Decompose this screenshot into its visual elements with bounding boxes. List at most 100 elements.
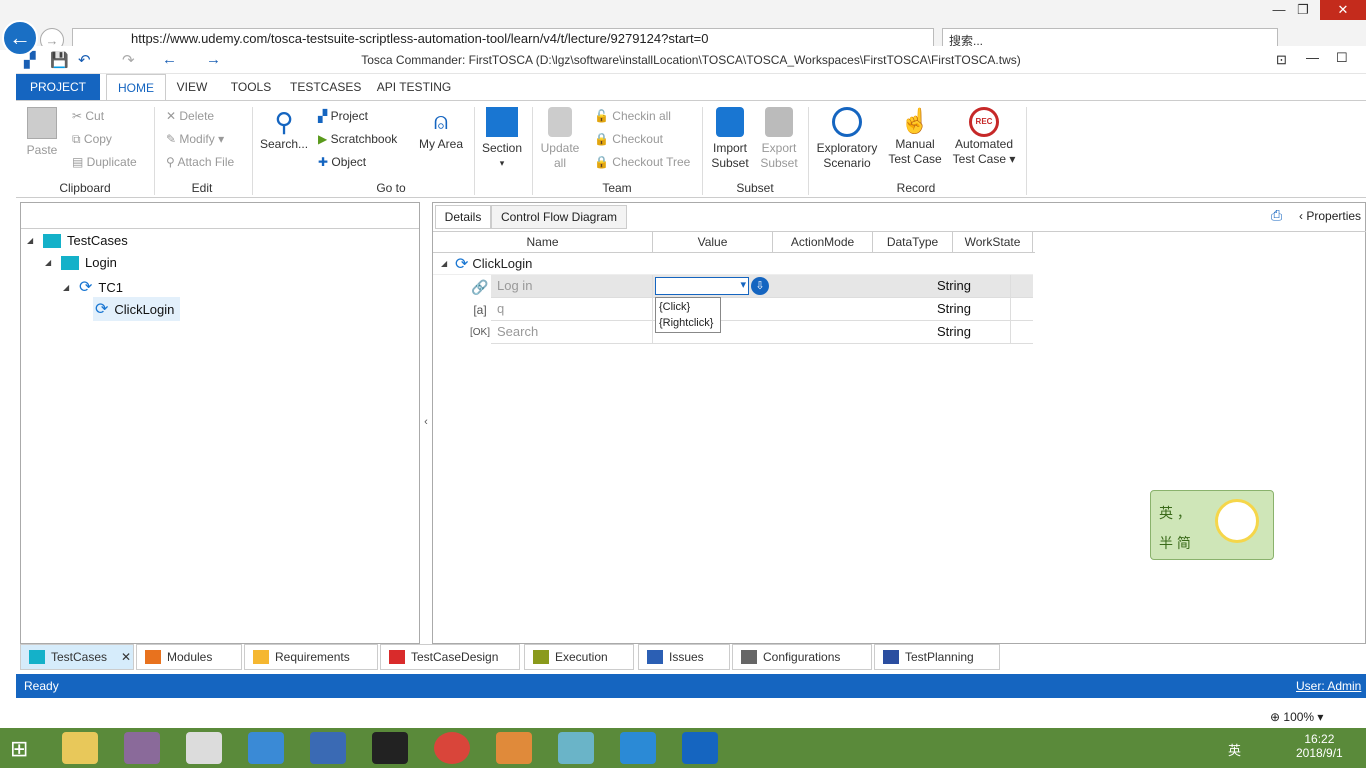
tab-tools[interactable]: TOOLS [226, 74, 276, 100]
chrome-icon[interactable] [434, 732, 470, 764]
tab-home[interactable]: HOME [106, 74, 166, 100]
group-separator [154, 107, 155, 195]
automated-test-case-button[interactable]: REC Automated Test Case ▾ [950, 107, 1018, 167]
tree-item-clicklogin[interactable]: ⟳ ClickLogin [93, 297, 181, 321]
app-icon[interactable] [186, 732, 222, 764]
import-label: Import [712, 141, 747, 155]
clock[interactable]: 16:22 2018/9/1 [1296, 732, 1343, 760]
cut-button[interactable]: ✂ Cut [72, 109, 104, 123]
object-button[interactable]: ✚ Object [318, 155, 366, 169]
col-actionmode[interactable]: ActionMode [773, 231, 873, 253]
zoom-indicator[interactable]: ⊕ 100% ▾ [1270, 710, 1323, 724]
section-button[interactable]: Section ▾ [480, 107, 524, 171]
export-subset-button[interactable]: Export Subset [756, 107, 802, 171]
tab-requirements[interactable]: Requirements [244, 644, 378, 670]
tab-label: Modules [167, 650, 213, 664]
tab-testcases-bottom[interactable]: TestCases ✕ [20, 644, 134, 670]
app-icon[interactable] [124, 732, 160, 764]
col-workstate[interactable]: WorkState [953, 231, 1033, 253]
tab-control-flow[interactable]: Control Flow Diagram [491, 205, 627, 229]
search-button[interactable]: ⚲ Search... [260, 107, 308, 152]
tab-project[interactable]: PROJECT [16, 74, 100, 100]
print-icon[interactable]: ⎙ [1271, 207, 1282, 224]
python-icon[interactable] [310, 732, 346, 764]
delete-button[interactable]: ✕ Delete [166, 109, 214, 123]
exploratory-scenario-button[interactable]: Exploratory Scenario [814, 107, 880, 171]
minimize-icon[interactable]: — [1306, 50, 1319, 65]
tab-issues[interactable]: Issues [638, 644, 730, 670]
project-button[interactable]: ▞ Project [318, 109, 368, 123]
expand-triangle-icon[interactable]: ◢ [45, 258, 55, 267]
table-row[interactable]: q String [491, 298, 1033, 321]
paste-icon [27, 107, 57, 139]
checkout-button[interactable]: 🔒 Checkout [594, 132, 663, 146]
tab-modules[interactable]: Modules [136, 644, 242, 670]
col-value[interactable]: Value [653, 231, 773, 253]
value-dropdown[interactable]: ▾ [655, 277, 749, 295]
tab-testplanning[interactable]: TestPlanning [874, 644, 1000, 670]
internet-explorer-icon[interactable] [620, 732, 656, 764]
dropdown-option-click[interactable]: {Click} [659, 299, 717, 315]
pycharm-icon[interactable] [372, 732, 408, 764]
import-subset-button[interactable]: Import Subset [708, 107, 752, 171]
ime-widget[interactable]: 英 ， 半 简 [1150, 490, 1274, 560]
ribbon-toggle-icon[interactable]: ⊡ [1276, 52, 1287, 68]
tab-label: Configurations [763, 650, 841, 664]
tree-item-login[interactable]: ◢ Login [45, 255, 117, 270]
tab-view[interactable]: VIEW [172, 74, 212, 100]
scratchbook-button[interactable]: ▶ Scratchbook [318, 132, 397, 146]
download-arrow-icon[interactable]: ⇩ [751, 277, 769, 295]
expand-triangle-icon[interactable]: ◢ [441, 259, 451, 268]
my-area-button[interactable]: ⍝ My Area [416, 107, 466, 152]
tab-testcasedesign[interactable]: TestCaseDesign [380, 644, 520, 670]
expand-triangle-icon[interactable]: ◢ [27, 236, 37, 245]
attach-file-button[interactable]: ⚲ Attach File [166, 155, 234, 169]
table-row[interactable]: Log in ▾ ⇩ String [491, 275, 1033, 298]
modify-label: Modify [179, 132, 215, 146]
close-tab-icon[interactable]: ✕ [121, 645, 131, 669]
tree-label: TestCases [67, 233, 128, 248]
tab-details[interactable]: Details [435, 205, 491, 229]
language-indicator[interactable]: 英 [1228, 740, 1241, 759]
windows-start-icon[interactable]: ⊞ [10, 736, 28, 762]
automated-label-2: Test Case [952, 152, 1006, 166]
col-name[interactable]: Name [433, 231, 653, 253]
chevron-down-icon[interactable]: ▾ [740, 278, 746, 291]
tab-configurations[interactable]: Configurations [732, 644, 872, 670]
tab-testcases[interactable]: TESTCASES [290, 74, 361, 100]
file-explorer-icon[interactable] [62, 732, 98, 764]
update-all-button[interactable]: Update all [540, 107, 580, 171]
paste-button[interactable]: Paste [22, 107, 62, 158]
tosca-icon[interactable] [682, 732, 718, 764]
tab-execution[interactable]: Execution [524, 644, 634, 670]
pane-splitter[interactable]: ‹ [420, 202, 432, 644]
table-row-parent[interactable]: ◢ ⟳ ClickLogin [433, 253, 1033, 275]
table-row[interactable]: Search String [491, 321, 1033, 344]
tab-api-testing[interactable]: API TESTING [376, 74, 452, 100]
maximize-icon[interactable]: ☐ [1336, 50, 1348, 66]
status-text: Ready [24, 679, 59, 693]
cut-label: Cut [85, 109, 105, 123]
modify-button[interactable]: ✎ Modify ▾ [166, 132, 224, 146]
checkin-all-button[interactable]: 🔓 Checkin all [594, 109, 671, 123]
checkout-tree-button[interactable]: 🔒 Checkout Tree [594, 155, 690, 169]
paint-icon[interactable] [496, 732, 532, 764]
copy-button[interactable]: ⧉ Copy [72, 132, 112, 147]
app-icon[interactable] [248, 732, 284, 764]
checkout-tree-label: Checkout Tree [612, 155, 691, 169]
user-link[interactable]: User: Admin [1296, 674, 1361, 698]
dropdown-option-rightclick[interactable]: {Rightclick} [659, 315, 717, 331]
back-arrow-icon[interactable]: ← [2, 20, 38, 56]
col-datatype[interactable]: DataType [873, 231, 953, 253]
duplicate-button[interactable]: ▤ Duplicate [72, 155, 137, 169]
teststep-cycle-icon: ⟳ [95, 301, 109, 318]
manual-test-case-button[interactable]: ☝ Manual Test Case [886, 107, 944, 167]
tree-item-testcases[interactable]: ◢ TestCases [27, 233, 128, 248]
tree-item-tc1[interactable]: ◢ ⟳ TC1 [63, 277, 123, 297]
close-icon[interactable]: ✕ [1320, 0, 1366, 20]
app-icon[interactable] [558, 732, 594, 764]
properties-toggle[interactable]: ‹ Properties [1299, 209, 1361, 223]
expand-triangle-icon[interactable]: ◢ [63, 283, 73, 292]
parent-step-label: ClickLogin [472, 256, 533, 271]
restore-icon[interactable]: ❐ [1284, 0, 1322, 20]
